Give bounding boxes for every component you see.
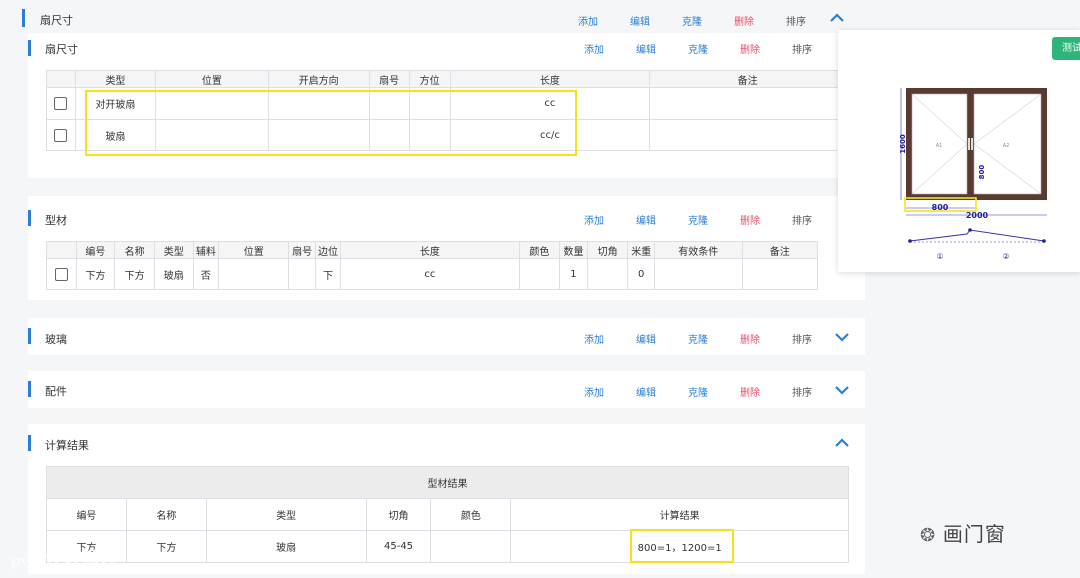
section-bar	[28, 328, 31, 344]
column-header: 扇号	[368, 70, 410, 88]
node-label: ②	[1002, 252, 1009, 261]
column-header: 编号	[75, 241, 116, 259]
pane-label: A2	[1003, 143, 1010, 149]
column-header: 类型	[74, 70, 156, 88]
column-header: 类型	[153, 241, 194, 259]
dim-total-label: 2000	[966, 211, 989, 220]
column-header: 切角	[586, 241, 629, 259]
watermark-logo-icon: ℘◎	[10, 550, 38, 569]
table-row: 下方 下方 玻扇 否 下 cc 1 0	[46, 258, 818, 290]
column-header: 有效条件	[653, 241, 743, 259]
row-checkbox[interactable]	[54, 97, 68, 110]
row-checkbox[interactable]	[54, 128, 68, 142]
column-header: 编号	[46, 498, 127, 531]
add-button[interactable]: 添加	[584, 384, 604, 399]
column-header: 位置	[218, 241, 290, 259]
add-button[interactable]: 添加	[584, 41, 604, 56]
expand-chevron-down-icon[interactable]	[834, 332, 850, 342]
sort-button[interactable]: 排序	[786, 13, 806, 28]
section-title-glass: 玻璃	[45, 333, 67, 346]
column-header: 位置	[154, 70, 269, 88]
expand-chevron-down-icon[interactable]	[834, 385, 850, 395]
section-bar	[28, 210, 31, 226]
clone-button[interactable]: 克隆	[688, 212, 708, 227]
column-header: 辅料	[192, 241, 220, 259]
section-title-fittings: 配件	[45, 385, 67, 398]
clone-button[interactable]: 克隆	[682, 13, 702, 28]
pane-label: A1	[936, 143, 943, 149]
column-header: 边位	[314, 241, 342, 259]
delete-button[interactable]: 删除	[734, 13, 754, 28]
column-header: 方位	[408, 70, 451, 88]
delete-button[interactable]: 删除	[740, 212, 760, 227]
row-checkbox[interactable]	[54, 267, 68, 281]
section-bar	[28, 40, 31, 56]
section-title-sash: 扇尺寸	[45, 43, 78, 56]
highlight-box	[630, 529, 734, 563]
node-label: ①	[936, 252, 943, 261]
sort-button[interactable]: 排序	[792, 384, 812, 399]
column-header: 颜色	[430, 498, 512, 531]
dim-inner-label: 800	[978, 165, 986, 180]
column-header: 备注	[741, 241, 818, 259]
sort-button[interactable]: 排序	[792, 331, 812, 346]
column-header: 名称	[114, 241, 155, 259]
edit-button[interactable]: 编辑	[636, 212, 656, 227]
clone-button[interactable]: 克隆	[688, 41, 708, 56]
delete-button[interactable]: 删除	[740, 331, 760, 346]
profile-table: 编号 名称 类型 辅料 位置 扇号 边位 长度 颜色 数量 切角 米重 有效条件…	[46, 241, 818, 290]
sort-button[interactable]: 排序	[792, 41, 812, 56]
delete-button[interactable]: 删除	[740, 41, 760, 56]
section-bar	[22, 9, 25, 27]
edit-button[interactable]: 编辑	[636, 384, 656, 399]
column-header: 扇号	[288, 241, 316, 259]
section-title-profile: 型材	[45, 214, 67, 227]
column-header: 颜色	[518, 241, 561, 259]
collapse-chevron-up-icon[interactable]	[834, 438, 850, 448]
wechat-icon: ❂	[920, 525, 937, 546]
edit-button[interactable]: 编辑	[636, 41, 656, 56]
watermark-right: ❂ 画门窗	[920, 522, 1006, 546]
section-title-calc: 计算结果	[45, 439, 89, 452]
column-header: 名称	[125, 498, 207, 531]
column-header: 开启方向	[267, 70, 370, 88]
dim-height-label: 1600	[899, 134, 907, 154]
column-header: 长度	[340, 241, 520, 259]
section-bar	[28, 381, 31, 397]
section-title-sash-outer: 扇尺寸	[40, 14, 73, 27]
add-button[interactable]: 添加	[578, 13, 598, 28]
sort-button[interactable]: 排序	[792, 212, 812, 227]
section-bar	[28, 435, 31, 451]
edit-button[interactable]: 编辑	[636, 331, 656, 346]
column-header: 长度	[449, 70, 651, 88]
delete-button[interactable]: 删除	[740, 384, 760, 399]
collapse-chevron-up-icon[interactable]	[829, 13, 845, 23]
column-header: 数量	[559, 241, 588, 259]
table-caption: 型材结果	[46, 466, 849, 499]
highlight-box	[85, 90, 577, 156]
edit-button[interactable]: 编辑	[630, 13, 650, 28]
add-button[interactable]: 添加	[584, 331, 604, 346]
column-header: 切角	[365, 498, 432, 531]
clone-button[interactable]: 克隆	[688, 384, 708, 399]
column-header: 类型	[205, 498, 367, 531]
add-button[interactable]: 添加	[584, 212, 604, 227]
window-preview-drawing: A1 A2 1600 800 800 2000 ① ②	[899, 88, 1047, 261]
clone-button[interactable]: 克隆	[688, 331, 708, 346]
watermark-left: ℘◎ 大数跨境	[10, 549, 120, 570]
column-header: 米重	[627, 241, 655, 259]
column-header: 备注	[649, 70, 846, 88]
column-header: 计算结果	[510, 498, 849, 531]
